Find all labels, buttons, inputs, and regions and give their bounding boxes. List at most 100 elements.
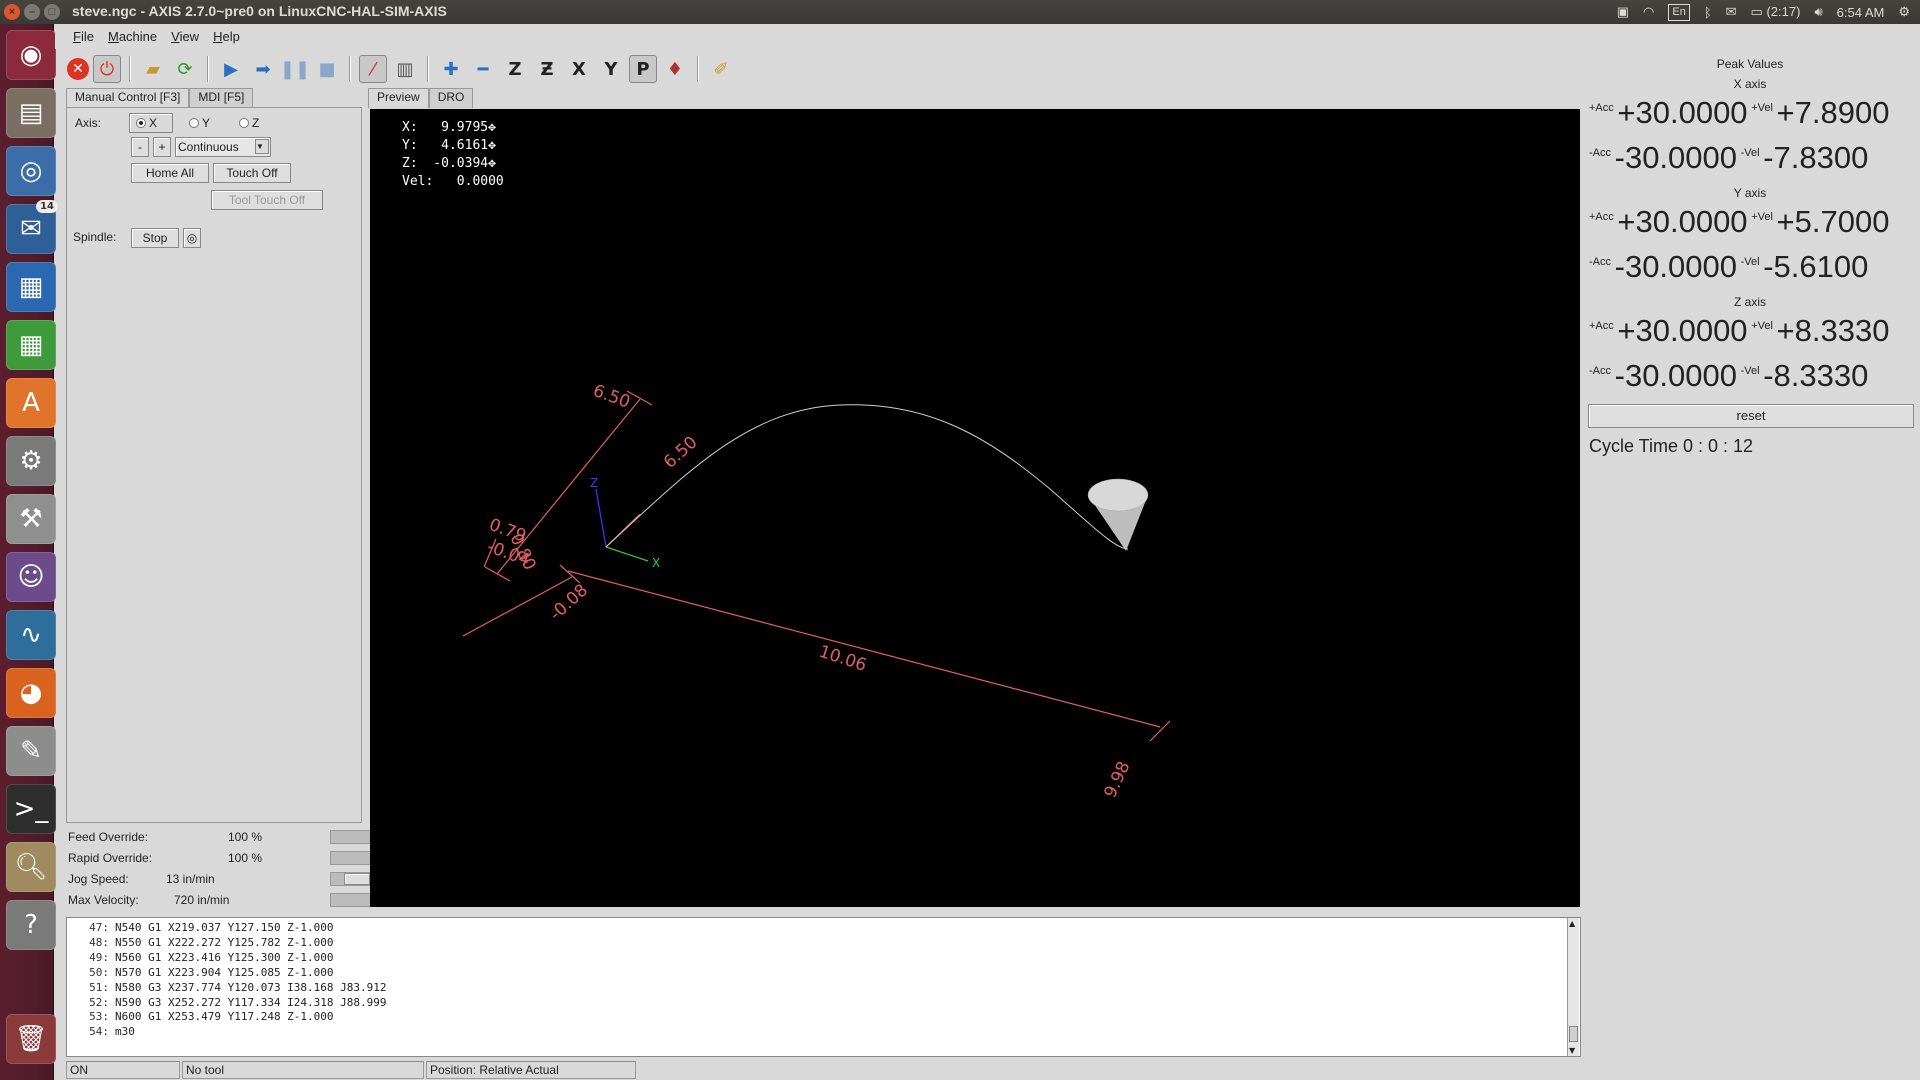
thunderbird-icon[interactable]: ✉ 14 bbox=[6, 200, 58, 254]
peak-y-acc-plus: +30.0000 bbox=[1617, 204, 1748, 239]
reload-icon: ⟳ bbox=[177, 58, 193, 80]
gcode-listing[interactable]: 47: N540 G1 X219.037 Y127.150 Z-1.000 48: N… bbox=[66, 917, 1581, 1057]
run-button[interactable]: ▶ bbox=[217, 55, 245, 83]
keyboard-layout-indicator[interactable]: En bbox=[1668, 3, 1690, 21]
slider-thumb[interactable] bbox=[344, 873, 370, 885]
gcode-line[interactable]: 53: N600 G1 X253.479 Y117.248 Z-1.000 bbox=[67, 1010, 1580, 1025]
text-editor-icon[interactable]: ✎ bbox=[6, 726, 56, 776]
stop-button[interactable]: ■ bbox=[313, 55, 341, 83]
window-maximize-button[interactable]: □ bbox=[44, 4, 60, 20]
ubuntu-icon[interactable]: ◉ bbox=[6, 30, 56, 80]
clock[interactable]: 6:54 AM bbox=[1837, 5, 1885, 20]
gcode-line[interactable]: 52: N590 G3 X252.272 Y117.334 I24.318 J88… bbox=[67, 996, 1580, 1011]
dimension-tick bbox=[1149, 720, 1171, 742]
gcode-scrollbar[interactable]: ▲ ▼ bbox=[1567, 918, 1579, 1056]
dimension-tick bbox=[559, 564, 581, 584]
writer-icon[interactable]: ▦ bbox=[6, 262, 56, 312]
reset-button[interactable]: reset bbox=[1588, 404, 1914, 428]
folder-icon: ▰ bbox=[146, 58, 160, 80]
bluetooth-icon[interactable]: ᛒ bbox=[1704, 5, 1712, 20]
gcode-line-text: N560 G1 X223.416 Y125.300 Z-1.000 bbox=[115, 950, 334, 964]
menu-machine[interactable]: Machine bbox=[108, 29, 157, 44]
trash-icon[interactable]: 🗑︎ bbox=[6, 1014, 56, 1064]
session-gear-icon[interactable]: ⚙ bbox=[1898, 4, 1910, 20]
gcode-line-number: 48: bbox=[89, 935, 109, 949]
image-viewer-icon[interactable]: 🔍︎ bbox=[6, 842, 56, 892]
dim-label-top: 6.50 bbox=[590, 381, 632, 413]
pidgin-icon[interactable]: ☺ bbox=[6, 552, 56, 602]
files-icon[interactable]: ▤ bbox=[6, 88, 56, 138]
scroll-thumb[interactable] bbox=[1569, 1026, 1578, 1042]
software-center-icon[interactable]: A bbox=[6, 378, 56, 428]
view-perspective-button[interactable]: P bbox=[629, 55, 657, 83]
view-y-button[interactable]: Y bbox=[597, 55, 625, 83]
jog-minus-button[interactable]: - bbox=[131, 137, 149, 157]
tab-manual-control[interactable]: Manual Control [F3] bbox=[66, 88, 190, 108]
peak-y-axis-title: Y axis bbox=[1733, 186, 1767, 200]
axis-radio-z[interactable]: Z bbox=[239, 116, 259, 130]
gcode-line-text: N570 G1 X223.904 Y125.085 Z-1.000 bbox=[115, 965, 334, 979]
settings-icon[interactable]: ⚙ bbox=[6, 436, 56, 486]
peak-z-axis-title: Z axis bbox=[1733, 295, 1766, 309]
help-icon[interactable]: ? bbox=[6, 900, 56, 950]
chromium-icon[interactable]: ◎ bbox=[6, 146, 56, 196]
gcode-line[interactable]: 49: N560 G1 X223.416 Y125.300 Z-1.000 bbox=[67, 951, 1580, 966]
pause-button[interactable]: ❚❚ bbox=[280, 55, 310, 83]
status-position-mode: Position: Relative Actual bbox=[426, 1061, 636, 1079]
home-all-button[interactable]: Home All bbox=[131, 163, 209, 183]
machine-power-button[interactable]: ⏻ bbox=[93, 55, 121, 83]
clear-plot-button[interactable]: ✐ bbox=[707, 55, 735, 83]
spindle-stop-button[interactable]: Stop bbox=[131, 228, 179, 248]
estop-button[interactable]: ✕ bbox=[67, 58, 89, 80]
network-manager-icon[interactable]: ▣ bbox=[1617, 4, 1629, 20]
power-icon: ⏻ bbox=[99, 58, 115, 80]
spindle-brake-toggle[interactable]: ◎ bbox=[183, 228, 201, 248]
tab-dro[interactable]: DRO bbox=[428, 88, 474, 108]
axis-radio-y[interactable]: Y bbox=[189, 116, 210, 130]
optional-stop-toggle[interactable]: ▥ bbox=[391, 55, 419, 83]
peak-z-minus-row: -Acc -30.0000 -Vel -8.3330 bbox=[1589, 358, 1869, 393]
wifi-icon[interactable]: ◠ bbox=[1643, 4, 1654, 20]
gcode-line[interactable]: 50: N570 G1 X223.904 Y125.085 Z-1.000 bbox=[67, 966, 1580, 981]
zoom-in-button[interactable]: ✚ bbox=[437, 55, 465, 83]
zoom-out-button[interactable]: ━ bbox=[469, 55, 497, 83]
dimension-labels: 6.50 6.50 0.79 0.80 -0.04 -0.08 10.06 9.… bbox=[484, 381, 1134, 801]
window-close-button[interactable]: × bbox=[4, 4, 20, 20]
tab-mdi[interactable]: MDI [F5] bbox=[189, 88, 254, 108]
jog-plus-button[interactable]: + bbox=[153, 137, 171, 157]
terminal-icon[interactable]: >_ bbox=[6, 784, 56, 834]
axis-radio-x[interactable]: X bbox=[129, 113, 173, 133]
toolpath-preview[interactable]: X: 9.9795✥ Y: 4.6161✥ Z: -0.0394✥ Vel: 0.00… bbox=[370, 109, 1580, 907]
touch-off-button[interactable]: Touch Off bbox=[213, 163, 291, 183]
menu-help[interactable]: Help bbox=[213, 29, 240, 44]
rapid-override-value: 100 % bbox=[227, 851, 262, 865]
system-tools-icon[interactable]: ⚒ bbox=[6, 494, 56, 544]
volume-icon[interactable]: 🔊︎ bbox=[1814, 4, 1822, 20]
battery-indicator[interactable]: ▭ (2:17) bbox=[1751, 4, 1801, 20]
gcode-line[interactable]: 54: m30 bbox=[67, 1025, 1580, 1040]
firefox-icon[interactable]: ◕ bbox=[6, 668, 56, 718]
tool-touch-off-button[interactable]: Tool Touch Off bbox=[211, 190, 323, 210]
view-z2-button[interactable]: Ƶ bbox=[533, 55, 561, 83]
scroll-down-icon[interactable]: ▼ bbox=[1569, 1046, 1575, 1055]
step-button[interactable]: ➡ bbox=[249, 55, 277, 83]
block-delete-toggle[interactable]: ⁄ bbox=[359, 55, 387, 83]
view-x-button[interactable]: X bbox=[565, 55, 593, 83]
menu-file[interactable]: File bbox=[73, 29, 94, 44]
view-z-button[interactable]: Z bbox=[501, 55, 529, 83]
rotate-view-button[interactable]: ♦ bbox=[661, 55, 689, 83]
system-monitor-icon[interactable]: ∿ bbox=[6, 610, 56, 660]
scroll-up-icon[interactable]: ▲ bbox=[1569, 919, 1575, 928]
jog-increment-select[interactable]: Continuous ▼ bbox=[175, 137, 271, 157]
calc-icon[interactable]: ▦ bbox=[6, 320, 56, 370]
window-minimize-button[interactable]: – bbox=[24, 4, 40, 20]
mail-icon[interactable]: ✉ bbox=[1726, 4, 1737, 20]
menu-view[interactable]: View bbox=[171, 29, 199, 44]
tab-preview[interactable]: Preview bbox=[368, 88, 429, 108]
gcode-line[interactable]: 51: N580 G3 X237.774 Y120.073 I38.168 J83… bbox=[67, 981, 1580, 996]
gcode-line[interactable]: 47: N540 G1 X219.037 Y127.150 Z-1.000 bbox=[67, 921, 1580, 936]
open-file-button[interactable]: ▰ bbox=[139, 55, 167, 83]
gcode-line[interactable]: 48: N550 G1 X222.272 Y125.782 Z-1.000 bbox=[67, 936, 1580, 951]
reload-button[interactable]: ⟳ bbox=[171, 55, 199, 83]
peak-z-acc-plus: +30.0000 bbox=[1617, 313, 1748, 348]
